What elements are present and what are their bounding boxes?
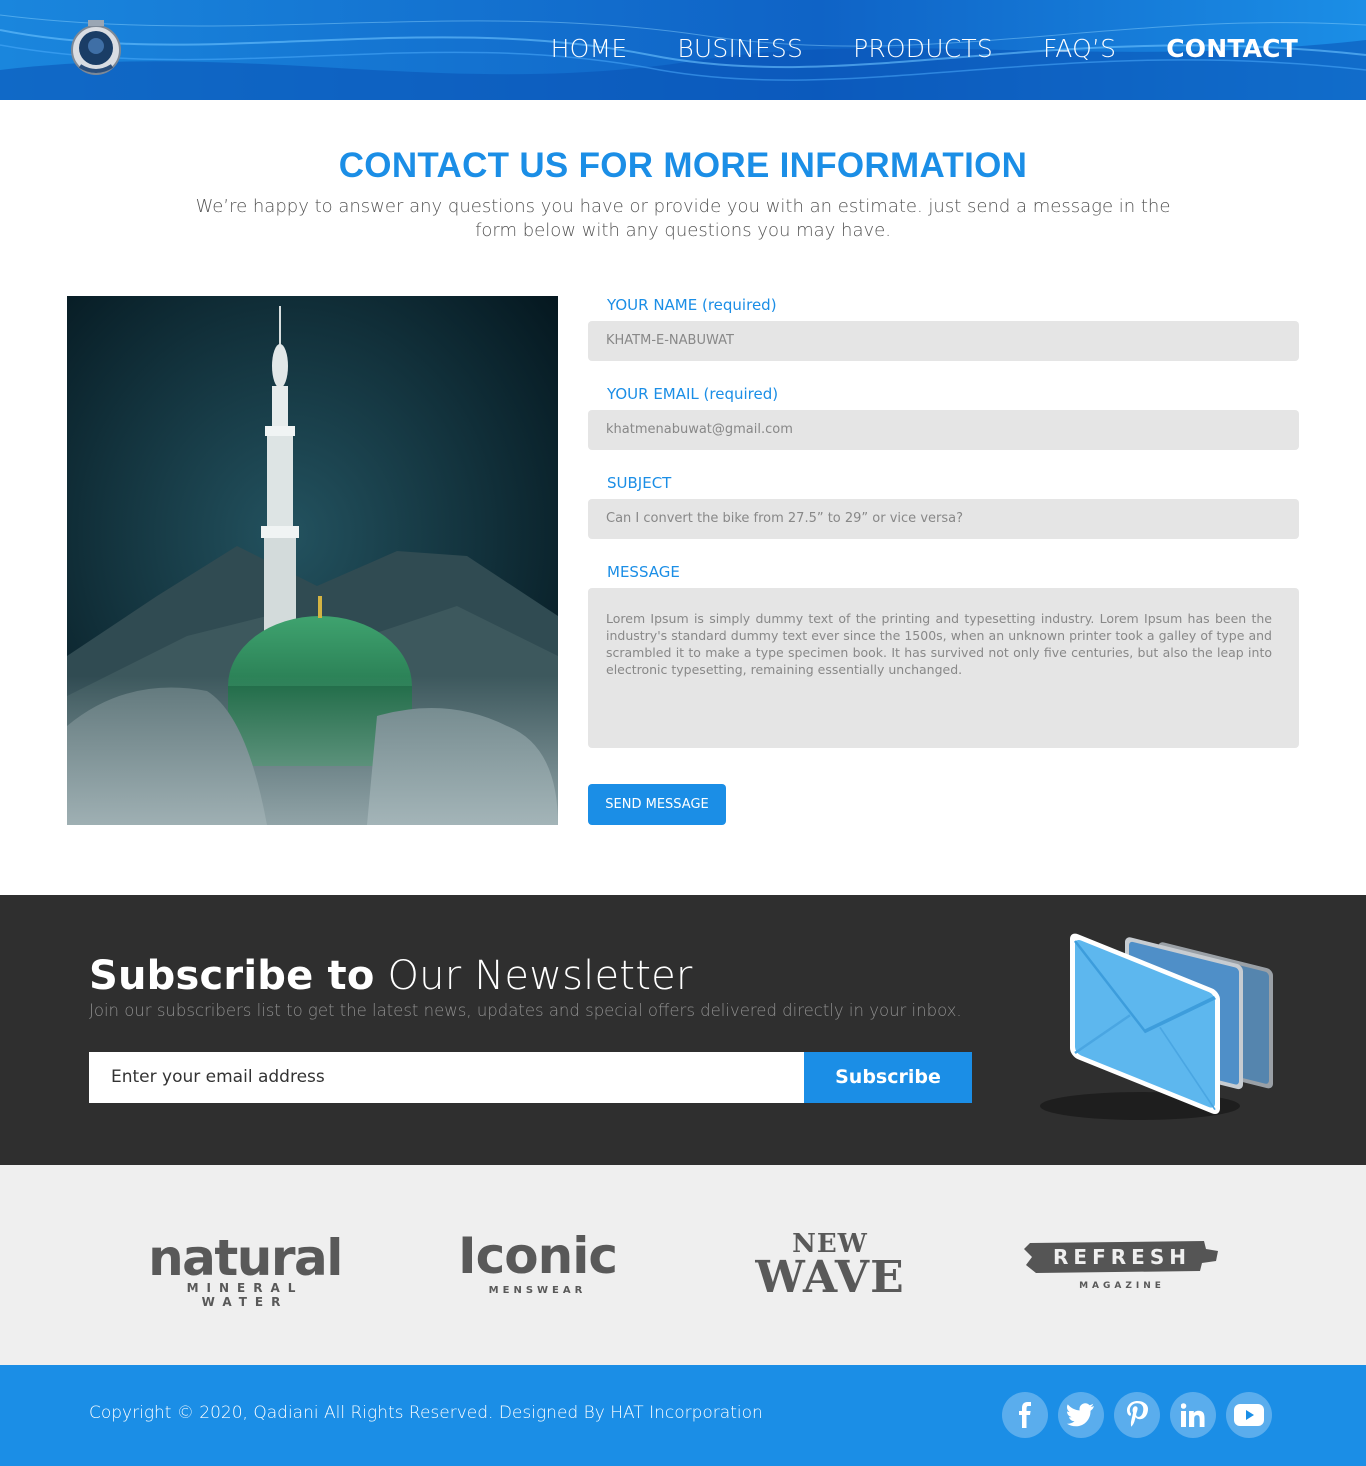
brand-refresh-name: REFRESH — [1053, 1245, 1191, 1269]
send-message-button[interactable]: SEND MESSAGE — [588, 784, 726, 825]
nav-products[interactable]: PRODUCTS — [853, 30, 993, 68]
newsletter-title: Subscribe to Our Newsletter — [89, 953, 693, 999]
newsletter-section: Subscribe to Our Newsletter Join our sub… — [0, 895, 1366, 1165]
site-header: HOME BUSINESS PRODUCTS FAQ’S CONTACT — [0, 0, 1366, 100]
brand-natural-name: natural — [148, 1229, 343, 1287]
brand-natural-logo[interactable]: natural MINERAL WATER — [140, 1233, 350, 1309]
mosque-image — [67, 296, 558, 825]
site-footer: Copyright © 2020, Qadiani All Rights Res… — [0, 1365, 1366, 1466]
envelope-icon — [1040, 933, 1273, 1120]
message-field[interactable]: Lorem Ipsum is simply dummy text of the … — [588, 588, 1299, 748]
nav-faqs[interactable]: FAQ’S — [1043, 30, 1116, 68]
subscribe-button[interactable]: Subscribe — [804, 1052, 972, 1103]
main-nav: HOME BUSINESS PRODUCTS FAQ’S CONTACT — [551, 30, 1298, 68]
intro-text: We’re happy to answer any questions you … — [195, 196, 1171, 241]
twitter-icon[interactable] — [1058, 1392, 1104, 1438]
brush-stroke: REFRESH — [1022, 1237, 1222, 1277]
brand-refresh-tagline: MAGAZINE — [1079, 1281, 1165, 1291]
youtube-icon[interactable] — [1226, 1392, 1272, 1438]
newsletter-email-input[interactable]: Enter your email address — [89, 1052, 804, 1103]
name-field[interactable]: KHATM-E-NABUWAT — [588, 321, 1299, 361]
nav-contact[interactable]: CONTACT — [1166, 30, 1298, 68]
subject-label: SUBJECT — [607, 474, 672, 492]
subject-field[interactable]: Can I convert the bike from 27.5” to 29”… — [588, 499, 1299, 539]
email-field[interactable]: khatmenabuwat@gmail.com — [588, 410, 1299, 450]
name-label: YOUR NAME (required) — [607, 296, 777, 314]
nav-business[interactable]: BUSINESS — [677, 30, 803, 68]
pinterest-icon[interactable] — [1114, 1392, 1160, 1438]
page-title: CONTACT US FOR MORE INFORMATION — [338, 146, 1028, 185]
newsletter-title-bold: Subscribe to — [89, 953, 375, 999]
brand-newwave-logo[interactable]: NEW WAVE — [745, 1231, 915, 1303]
email-label: YOUR EMAIL (required) — [607, 385, 779, 403]
linkedin-icon[interactable] — [1170, 1392, 1216, 1438]
newsletter-title-light: Our Newsletter — [387, 953, 693, 999]
brand-iconic-logo[interactable]: Iconic MENSWEAR — [445, 1231, 630, 1296]
facebook-icon[interactable] — [1002, 1392, 1048, 1438]
brand-logos: natural MINERAL WATER Iconic MENSWEAR NE… — [0, 1165, 1366, 1365]
brand-newwave-bottom: WAVE — [755, 1252, 905, 1303]
site-logo[interactable] — [70, 16, 122, 84]
brand-iconic-tagline: MENSWEAR — [488, 1285, 587, 1296]
brand-refresh-logo[interactable]: REFRESH MAGAZINE — [1022, 1237, 1222, 1291]
newsletter-subtitle: Join our subscribers list to get the lat… — [89, 1001, 962, 1020]
copyright-text: Copyright © 2020, Qadiani All Rights Res… — [89, 1403, 763, 1423]
brand-iconic-name: Iconic — [458, 1227, 618, 1285]
nav-home[interactable]: HOME — [551, 30, 628, 68]
message-label: MESSAGE — [607, 563, 680, 581]
social-links — [1002, 1392, 1272, 1438]
